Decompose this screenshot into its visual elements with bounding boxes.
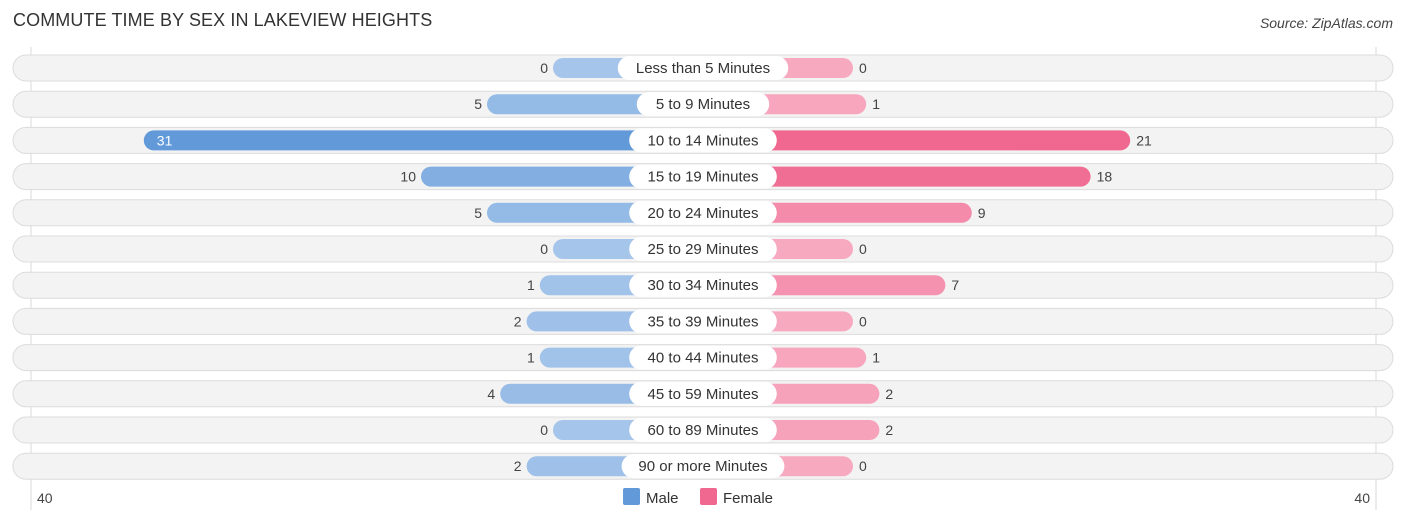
- value-label-male: 5: [474, 96, 482, 112]
- category-label: Less than 5 Minutes: [636, 60, 770, 77]
- legend-item-male[interactable]: Male: [623, 488, 679, 507]
- rows-group: 0 0 Less than 5 Minutes 5 1 5 to 9 Minutes 31 2…: [12, 54, 1394, 480]
- table-row: 1 1 40 to 44 Minutes: [12, 344, 1394, 372]
- bar-male[interactable]: [143, 130, 704, 151]
- category-label: 30 to 34 Minutes: [648, 277, 759, 294]
- legend-item-female[interactable]: Female: [700, 488, 773, 507]
- table-row: 2 0 35 to 39 Minutes: [12, 307, 1394, 335]
- category-label: 25 to 29 Minutes: [648, 241, 759, 258]
- value-label-male: 2: [514, 458, 522, 474]
- value-label-male: 10: [400, 169, 416, 185]
- table-row: 31 21 10 to 14 Minutes: [12, 126, 1394, 154]
- value-label-female: 21: [1136, 132, 1152, 148]
- category-label: 40 to 44 Minutes: [648, 350, 759, 367]
- category-label: 20 to 24 Minutes: [648, 205, 759, 222]
- value-label-female: 1: [872, 350, 880, 366]
- table-row: 1 7 30 to 34 Minutes: [12, 271, 1394, 299]
- value-label-male: 0: [540, 60, 548, 76]
- axis-right-label: 40: [1354, 490, 1370, 506]
- value-label-female: 2: [885, 386, 893, 402]
- table-row: 0 2 60 to 89 Minutes: [12, 416, 1394, 444]
- category-label: 35 to 39 Minutes: [648, 313, 759, 330]
- table-row: 2 0 90 or more Minutes: [12, 452, 1394, 480]
- value-label-female: 0: [859, 60, 867, 76]
- table-row: 4 2 45 to 59 Minutes: [12, 380, 1394, 408]
- category-label: 90 or more Minutes: [638, 458, 767, 475]
- value-label-female: 0: [859, 313, 867, 329]
- table-row: 5 1 5 to 9 Minutes: [12, 90, 1394, 118]
- axis-left-label: 40: [37, 490, 53, 506]
- value-label-male: 1: [527, 350, 535, 366]
- legend-swatch-female: [700, 488, 717, 505]
- table-row: 5 9 20 to 24 Minutes: [12, 199, 1394, 227]
- value-label-female: 0: [859, 458, 867, 474]
- value-label-female: 0: [859, 241, 867, 257]
- value-label-female: 2: [885, 422, 893, 438]
- legend: Male Female: [623, 488, 773, 507]
- category-label: 15 to 19 Minutes: [648, 169, 759, 186]
- category-label: 5 to 9 Minutes: [656, 96, 750, 113]
- value-label-male: 31: [157, 132, 173, 148]
- value-label-male: 4: [487, 386, 495, 402]
- category-label: 60 to 89 Minutes: [648, 422, 759, 439]
- category-label: 10 to 14 Minutes: [648, 132, 759, 149]
- table-row: 0 0 Less than 5 Minutes: [12, 54, 1394, 82]
- chart-canvas: 0 0 Less than 5 Minutes 5 1 5 to 9 Minutes 31 2…: [12, 47, 1394, 510]
- value-label-female: 1: [872, 96, 880, 112]
- value-label-female: 7: [951, 277, 959, 293]
- legend-label-female: Female: [723, 490, 773, 507]
- value-label-male: 1: [527, 277, 535, 293]
- value-label-male: 0: [540, 422, 548, 438]
- legend-swatch-male: [623, 488, 640, 505]
- value-label-female: 9: [978, 205, 986, 221]
- table-row: 10 18 15 to 19 Minutes: [12, 163, 1394, 191]
- legend-label-male: Male: [646, 490, 679, 507]
- table-row: 0 0 25 to 29 Minutes: [12, 235, 1394, 263]
- category-label: 45 to 59 Minutes: [648, 386, 759, 403]
- value-label-male: 0: [540, 241, 548, 257]
- value-label-male: 2: [514, 313, 522, 329]
- value-label-female: 18: [1097, 169, 1113, 185]
- value-label-male: 5: [474, 205, 482, 221]
